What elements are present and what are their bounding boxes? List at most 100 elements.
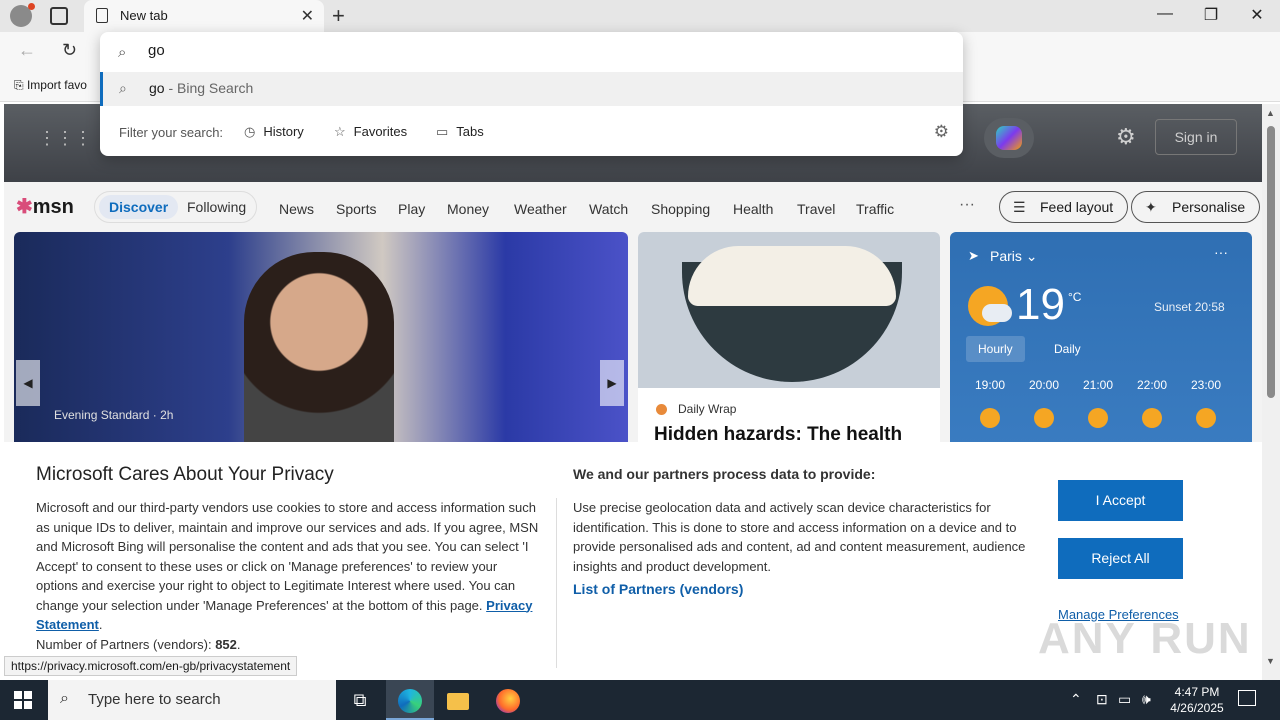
filter-tabs[interactable]: ▭ Tabs bbox=[436, 124, 484, 140]
nav-money[interactable]: Money bbox=[447, 201, 489, 217]
tab-title: New tab bbox=[120, 8, 168, 23]
prev-arrow-icon[interactable]: ◀ bbox=[16, 360, 40, 406]
notification-icon[interactable] bbox=[1238, 690, 1256, 706]
personalise-button[interactable]: ✦ Personalise bbox=[1131, 191, 1261, 223]
more-nav-icon[interactable]: ··· bbox=[959, 196, 975, 214]
tab-actions-icon[interactable] bbox=[50, 7, 68, 25]
nav-watch[interactable]: Watch bbox=[589, 201, 628, 217]
hero-image bbox=[244, 252, 394, 452]
hour-label: 23:00 bbox=[1190, 378, 1222, 392]
filter-history[interactable]: ◷ History bbox=[244, 124, 304, 140]
filter-favorites[interactable]: ☆ Favorites bbox=[334, 124, 407, 140]
close-tab-icon[interactable]: ✕ bbox=[301, 6, 314, 26]
weather-temp: 19 bbox=[1016, 280, 1065, 329]
weather-icon bbox=[1034, 408, 1054, 428]
nav-traffic[interactable]: Traffic bbox=[856, 201, 894, 217]
scroll-down-icon[interactable]: ▼ bbox=[1266, 656, 1275, 666]
tab-following[interactable]: Following bbox=[187, 199, 246, 215]
firefox-icon[interactable] bbox=[484, 680, 532, 720]
rice-image bbox=[688, 246, 896, 306]
status-url: https://privacy.microsoft.com/en-gb/priv… bbox=[4, 656, 298, 676]
reject-all-button[interactable]: Reject All bbox=[1058, 538, 1183, 579]
weather-location[interactable]: Paris ⌄ bbox=[990, 248, 1038, 265]
copilot-button[interactable] bbox=[984, 118, 1034, 158]
gear-icon[interactable]: ⚙ bbox=[1116, 124, 1136, 150]
restore-button[interactable]: ❐ bbox=[1188, 5, 1234, 25]
scrollbar[interactable]: ▲ ▼ bbox=[1262, 104, 1280, 680]
hour-label: 22:00 bbox=[1136, 378, 1168, 392]
search-icon: ⌕ bbox=[60, 690, 69, 707]
minimize-button[interactable]: — bbox=[1142, 5, 1188, 23]
windows-start-icon[interactable] bbox=[14, 691, 32, 709]
file-explorer-icon[interactable] bbox=[434, 680, 482, 720]
weather-unit: °C bbox=[1068, 290, 1082, 304]
accept-button[interactable]: I Accept bbox=[1058, 480, 1183, 521]
nav-shopping[interactable]: Shopping bbox=[651, 201, 710, 217]
tab-new-tab[interactable]: New tab ✕ bbox=[84, 0, 324, 32]
battery-icon[interactable]: ▭ bbox=[1118, 691, 1131, 708]
card-source: Evening Standard · 2h bbox=[54, 408, 174, 422]
sign-in-button[interactable]: Sign in bbox=[1155, 119, 1237, 155]
address-input[interactable]: go bbox=[148, 42, 548, 59]
network-icon[interactable]: ⊡ bbox=[1096, 691, 1108, 708]
more-icon[interactable]: ··· bbox=[1214, 244, 1228, 260]
nav-health[interactable]: Health bbox=[733, 201, 773, 217]
volume-icon[interactable]: 🕪 bbox=[1142, 691, 1151, 708]
clock[interactable]: 4:47 PM 4/26/2025 bbox=[1168, 684, 1226, 716]
scroll-thumb[interactable] bbox=[1267, 126, 1275, 398]
taskbar-search-placeholder: Type here to search bbox=[88, 691, 221, 708]
copilot-icon bbox=[996, 126, 1022, 150]
close-window-button[interactable]: ✕ bbox=[1234, 5, 1280, 25]
nav-sports[interactable]: Sports bbox=[336, 201, 376, 217]
watermark: ANY RUN bbox=[1038, 614, 1252, 663]
star-icon: ☆ bbox=[334, 124, 346, 139]
privacy-title: Microsoft Cares About Your Privacy bbox=[36, 464, 334, 485]
taskbar-search[interactable]: ⌕ Type here to search bbox=[48, 680, 336, 720]
tab-daily[interactable]: Daily bbox=[1042, 336, 1093, 362]
taskbar: ⌕ Type here to search ⧉ ⌃ ⊡ ▭ 🕪 4:47 PM … bbox=[0, 680, 1280, 720]
search-icon: ⌕ bbox=[119, 80, 127, 96]
import-favorites-link[interactable]: ⎘ Import favo bbox=[14, 78, 87, 93]
scroll-up-icon[interactable]: ▲ bbox=[1266, 108, 1275, 118]
msn-logo[interactable]: ✱msn bbox=[16, 194, 74, 219]
card-image bbox=[638, 232, 940, 388]
suggestion-item[interactable]: ⌕ go - Bing Search bbox=[100, 72, 963, 106]
title-bar: New tab ✕ + — ❐ ✕ bbox=[0, 0, 1280, 32]
sliders-icon: ☰ bbox=[1013, 199, 1026, 215]
suggestion-query: go bbox=[149, 80, 165, 96]
card-source: Daily Wrap bbox=[655, 402, 737, 416]
partly-cloudy-icon bbox=[968, 286, 1012, 326]
tab-discover[interactable]: Discover bbox=[99, 195, 179, 219]
suggestion-suffix: - Bing Search bbox=[164, 80, 254, 96]
hour-label: 19:00 bbox=[974, 378, 1006, 392]
privacy-body2: Use precise geolocation data and activel… bbox=[573, 500, 1026, 574]
feed-layout-button[interactable]: ☰ Feed layout bbox=[999, 191, 1129, 223]
next-arrow-icon[interactable]: ▶ bbox=[600, 360, 624, 406]
nav-play[interactable]: Play bbox=[398, 201, 425, 217]
apps-grid-icon[interactable]: ⋮⋮⋮ bbox=[38, 128, 92, 148]
nav-news[interactable]: News bbox=[279, 201, 314, 217]
gear-icon[interactable]: ⚙ bbox=[934, 122, 949, 142]
nav-travel[interactable]: Travel bbox=[797, 201, 835, 217]
reload-icon[interactable]: ↻ bbox=[62, 40, 77, 61]
discover-following-toggle: Discover Following bbox=[94, 191, 257, 223]
nav-weather[interactable]: Weather bbox=[514, 201, 567, 217]
divider bbox=[556, 498, 557, 668]
weather-card[interactable]: ➤ Paris ⌄ ··· 19 °C Sunset 20:58 Hourly … bbox=[950, 232, 1252, 452]
msn-nav: ✱msn Discover Following News Sports Play… bbox=[4, 182, 1262, 232]
task-view-icon[interactable]: ⧉ bbox=[336, 680, 384, 720]
page-icon bbox=[96, 8, 108, 23]
tray-chevron-icon[interactable]: ⌃ bbox=[1070, 691, 1082, 708]
partners-label: Number of Partners (vendors): bbox=[36, 636, 212, 652]
back-icon[interactable]: ← bbox=[18, 40, 36, 61]
edge-taskbar-icon[interactable] bbox=[386, 680, 434, 720]
profile-avatar[interactable] bbox=[10, 3, 35, 27]
partners-list-link[interactable]: List of Partners (vendors) bbox=[573, 581, 743, 597]
weather-icon bbox=[1142, 408, 1162, 428]
sparkle-icon: ✦ bbox=[1145, 199, 1157, 215]
new-tab-button[interactable]: + bbox=[332, 3, 345, 29]
partners-count: 852 bbox=[215, 636, 237, 652]
privacy-heading2: We and our partners process data to prov… bbox=[573, 466, 876, 482]
news-card[interactable]: Daily Wrap Hidden hazards: The health bbox=[638, 232, 940, 452]
tab-hourly[interactable]: Hourly bbox=[966, 336, 1025, 362]
